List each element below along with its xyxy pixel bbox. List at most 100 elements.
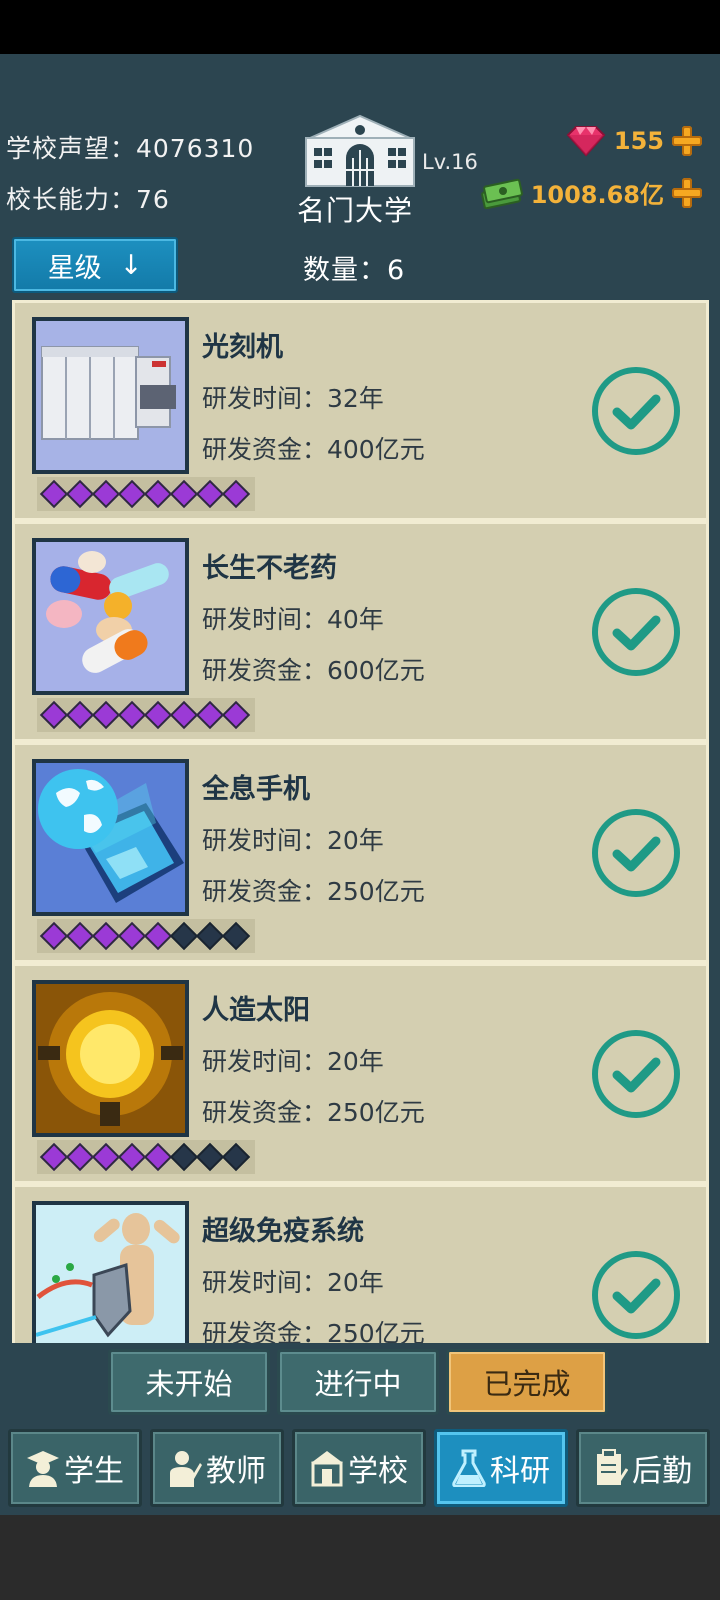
star-on-icon xyxy=(221,700,251,730)
teacher-icon xyxy=(170,1451,202,1487)
header: 学校声望：4076310 校长能力：76 Lv.16 名门大学 155 1008… xyxy=(0,54,720,300)
star-on-icon xyxy=(195,700,225,730)
project-funds: 研发资金：250亿元 xyxy=(202,1098,425,1127)
school-icon xyxy=(311,1451,343,1487)
gem-balance: 155 xyxy=(566,124,704,158)
completed-check-icon xyxy=(592,809,680,897)
project-card[interactable]: 超级免疫系统 研发时间：20年 研发资金：250亿元 xyxy=(12,1184,709,1343)
holographic-phone-image xyxy=(32,759,189,916)
project-time: 研发时间：20年 xyxy=(202,1268,384,1297)
project-funds: 研发资金：250亿元 xyxy=(202,1319,425,1343)
nav-teachers-label: 教师 xyxy=(206,1454,266,1489)
project-name: 人造太阳 xyxy=(202,995,310,1026)
star-off-icon xyxy=(195,921,225,951)
nav-school[interactable]: 学校 xyxy=(292,1429,426,1507)
star-off-icon xyxy=(195,1142,225,1172)
star-on-icon xyxy=(143,479,173,509)
project-name: 长生不老药 xyxy=(202,553,337,584)
school-building-icon[interactable] xyxy=(300,114,420,188)
star-off-icon xyxy=(221,921,251,951)
star-on-icon xyxy=(169,700,199,730)
pills-image xyxy=(32,538,189,695)
completed-check-icon xyxy=(592,367,680,455)
project-count: 数量：6 xyxy=(303,255,406,286)
money-amount: 1008.68亿 xyxy=(530,181,664,209)
completed-check-icon xyxy=(592,1030,680,1118)
school-level: Lv.16 xyxy=(422,150,478,174)
tab-not-started[interactable]: 未开始 xyxy=(108,1349,270,1415)
project-funds: 研发资金：250亿元 xyxy=(202,877,425,906)
money-balance: 1008.68亿 xyxy=(479,175,704,210)
star-on-icon xyxy=(39,479,69,509)
project-card[interactable]: 全息手机 研发时间：20年 研发资金：250亿元 xyxy=(12,742,709,963)
project-card[interactable]: 人造太阳 研发时间：20年 研发资金：250亿元 xyxy=(12,963,709,1184)
lithography-machine-image xyxy=(32,317,189,474)
star-on-icon xyxy=(91,700,121,730)
star-rating xyxy=(37,698,255,732)
project-card[interactable]: 长生不老药 研发时间：40年 研发资金：600亿元 xyxy=(12,521,709,742)
star-off-icon xyxy=(169,921,199,951)
star-on-icon xyxy=(65,479,95,509)
nav-teachers[interactable]: 教师 xyxy=(150,1429,284,1507)
student-icon xyxy=(27,1451,59,1487)
star-on-icon xyxy=(195,479,225,509)
project-time: 研发时间：20年 xyxy=(202,826,384,855)
star-off-icon xyxy=(221,1142,251,1172)
bottom-navigation: 学生 教师 学校 科研 后勤 xyxy=(0,1425,720,1515)
completed-check-icon xyxy=(592,1251,680,1339)
nav-students[interactable]: 学生 xyxy=(8,1429,142,1507)
project-name: 全息手机 xyxy=(202,774,310,805)
star-on-icon xyxy=(91,1142,121,1172)
star-rating xyxy=(37,919,255,953)
status-tabs: 未开始 进行中 已完成 xyxy=(0,1343,720,1425)
star-on-icon xyxy=(117,1142,147,1172)
star-on-icon xyxy=(39,700,69,730)
star-on-icon xyxy=(117,479,147,509)
nav-students-label: 学生 xyxy=(64,1454,124,1489)
add-gems-button[interactable] xyxy=(670,124,704,158)
star-on-icon xyxy=(143,700,173,730)
gem-count: 155 xyxy=(613,127,664,155)
star-rating xyxy=(37,477,255,511)
completed-check-icon xyxy=(592,588,680,676)
star-on-icon xyxy=(117,921,147,951)
school-reputation: 学校声望：4076310 xyxy=(6,134,255,163)
system-nav-bar xyxy=(0,1515,720,1600)
principal-ability: 校长能力：76 xyxy=(6,185,170,214)
star-on-icon xyxy=(65,1142,95,1172)
star-off-icon xyxy=(169,1142,199,1172)
status-bar xyxy=(0,0,720,54)
clipboard-icon xyxy=(597,1449,628,1485)
project-time: 研发时间：20年 xyxy=(202,1047,384,1076)
star-rating xyxy=(37,1140,255,1174)
artificial-sun-image xyxy=(32,980,189,1137)
sort-by-stars-button[interactable]: 星级 ↓ xyxy=(12,237,178,293)
sort-down-arrow-icon: ↓ xyxy=(119,249,143,281)
school-name: 名门大学 xyxy=(297,194,414,227)
flask-icon xyxy=(452,1449,486,1487)
star-on-icon xyxy=(91,921,121,951)
project-time: 研发时间：32年 xyxy=(202,384,384,413)
star-on-icon xyxy=(169,479,199,509)
star-on-icon xyxy=(65,700,95,730)
nav-research-label: 科研 xyxy=(490,1454,550,1489)
tab-completed[interactable]: 已完成 xyxy=(446,1349,608,1415)
immune-system-image xyxy=(32,1201,189,1343)
project-name: 光刻机 xyxy=(202,332,283,363)
star-on-icon xyxy=(143,1142,173,1172)
star-on-icon xyxy=(117,700,147,730)
star-on-icon xyxy=(39,921,69,951)
star-on-icon xyxy=(143,921,173,951)
project-time: 研发时间：40年 xyxy=(202,605,384,634)
tab-in-progress[interactable]: 进行中 xyxy=(277,1349,439,1415)
sort-label: 星级 xyxy=(47,252,102,284)
nav-research[interactable]: 科研 xyxy=(434,1429,568,1507)
project-funds: 研发资金：600亿元 xyxy=(202,656,425,685)
add-money-button[interactable] xyxy=(670,176,704,210)
project-name: 超级免疫系统 xyxy=(202,1216,364,1247)
project-list[interactable]: 光刻机 研发时间：32年 研发资金：400亿元 长生不老药 研发时间：40年 研… xyxy=(0,300,720,1343)
nav-logistics-label: 后勤 xyxy=(632,1454,692,1489)
project-card[interactable]: 光刻机 研发时间：32年 研发资金：400亿元 xyxy=(12,300,709,521)
star-on-icon xyxy=(39,1142,69,1172)
nav-logistics[interactable]: 后勤 xyxy=(576,1429,710,1507)
